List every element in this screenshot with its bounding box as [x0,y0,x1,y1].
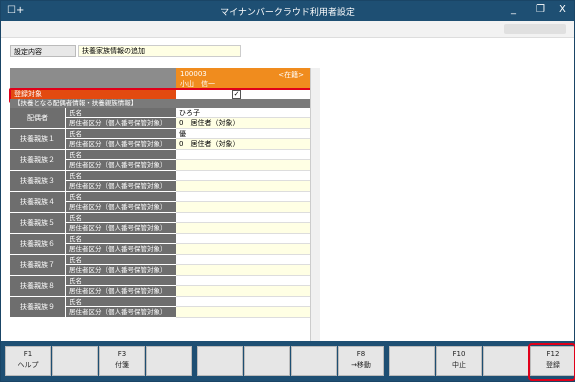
group-label: 扶養親族３ [10,171,65,192]
group-row: 扶養親族９ 氏名 居住者区分（個人番号保管対象） [10,297,310,318]
name-value[interactable]: ひろ子 [176,108,310,118]
employee-header[interactable]: 100003 <在籍> 小山 信一 [176,68,310,89]
resident-value[interactable] [176,307,310,318]
setting-value: 扶養家族情報の追加 [78,45,241,57]
f3-sticky-button[interactable]: F3 付箋 [99,346,145,376]
resident-label: 居住者区分（個人番号保管対象） [65,244,176,255]
function-key-bar: F1 ヘルプ F3 付箋 F8 →移動 F10 中止 F12 登録 [1,341,575,381]
resident-label: 居住者区分（個人番号保管対象） [65,265,176,276]
resident-label: 居住者区分（個人番号保管対象） [65,160,176,171]
name-value[interactable] [176,276,310,286]
minimize-button[interactable]: _ [511,4,516,15]
employee-code: 100003 [180,70,207,78]
resident-value[interactable] [176,286,310,297]
group-row: 扶養親族５ 氏名 居住者区分（個人番号保管対象） [10,213,310,234]
group-row: 扶養親族４ 氏名 居住者区分（個人番号保管対象） [10,192,310,213]
f2-button[interactable] [52,346,98,376]
name-label: 氏名 [65,234,176,244]
resident-label: 居住者区分（個人番号保管対象） [65,181,176,192]
resident-label: 居住者区分（個人番号保管対象） [65,307,176,318]
f10-cancel-button[interactable]: F10 中止 [436,346,482,376]
group-row: 扶養親族７ 氏名 居住者区分（個人番号保管対象） [10,255,310,276]
group-label: 扶養親族１ [10,129,65,150]
group-row: 扶養親族６ 氏名 居住者区分（個人番号保管対象） [10,234,310,255]
name-value[interactable] [176,150,310,160]
name-label: 氏名 [65,108,176,118]
resident-label: 居住者区分（個人番号保管対象） [65,202,176,213]
f7-button[interactable] [291,346,337,376]
f8-move-button[interactable]: F8 →移動 [338,346,384,376]
f12-highlight [528,343,575,381]
resident-value[interactable] [176,223,310,234]
name-label: 氏名 [65,276,176,286]
f9-button[interactable] [389,346,435,376]
name-label: 氏名 [65,297,176,307]
resident-label: 居住者区分（個人番号保管対象） [65,139,176,150]
close-button[interactable]: X [559,4,566,15]
group-row: 扶養親族２ 氏名 居住者区分（個人番号保管対象） [10,150,310,171]
name-label: 氏名 [65,255,176,265]
group-row: 扶養親族１ 氏名 優 居住者区分（個人番号保管対象） 0 居住者（対象） [10,129,310,150]
resident-label: 居住者区分（個人番号保管対象） [65,223,176,234]
name-value[interactable] [176,297,310,307]
f1-help-button[interactable]: F1 ヘルプ [5,346,51,376]
group-label: 配偶者 [10,108,65,129]
name-value[interactable]: 優 [176,129,310,139]
f5-button[interactable] [197,346,243,376]
group-label: 扶養親族８ [10,276,65,297]
f11-button[interactable] [483,346,529,376]
user-info-chip [504,24,566,34]
title-bar: ☐+ マイナンバークラウド利用者設定 _ ❐ X [1,1,574,21]
maximize-button[interactable]: ❐ [536,4,545,15]
f4-button[interactable] [146,346,192,376]
section-title: 【扶養となる配偶者情報・扶養親族情報】 [10,99,310,108]
group-label: 扶養親族４ [10,192,65,213]
resident-label: 居住者区分（個人番号保管対象） [65,118,176,129]
group-label: 扶養親族２ [10,150,65,171]
group-label: 扶養親族７ [10,255,65,276]
resident-value[interactable] [176,181,310,192]
employee-status: <在籍> [278,71,304,79]
group-row: 配偶者 氏名 ひろ子 居住者区分（個人番号保管対象） 0 居住者（対象） [10,108,310,129]
resident-value[interactable] [176,160,310,171]
resident-value[interactable] [176,202,310,213]
group-label: 扶養親族６ [10,234,65,255]
setting-label: 設定内容 [10,45,76,57]
name-label: 氏名 [65,129,176,139]
resident-value[interactable]: 0 居住者（対象） [176,118,310,129]
app-window: ☐+ マイナンバークラウド利用者設定 _ ❐ X 設定内容 扶養家族情報の追加 … [0,0,575,382]
group-label: 扶養親族５ [10,213,65,234]
group-label: 扶養親族９ [10,297,65,318]
name-value[interactable] [176,213,310,223]
group-row: 扶養親族３ 氏名 居住者区分（個人番号保管対象） [10,171,310,192]
resident-value[interactable]: 0 居住者（対象） [176,139,310,150]
resident-label: 居住者区分（個人番号保管対象） [65,286,176,297]
name-label: 氏名 [65,171,176,181]
name-value[interactable] [176,234,310,244]
main-content: 設定内容 扶養家族情報の追加 100003 <在籍> 小山 信一 登録対象 ✓ … [1,21,574,358]
top-toolbar [1,21,574,38]
resident-value[interactable] [176,265,310,276]
f6-button[interactable] [244,346,290,376]
name-value[interactable] [176,171,310,181]
group-row: 扶養親族８ 氏名 居住者区分（個人番号保管対象） [10,276,310,297]
name-value[interactable] [176,192,310,202]
name-label: 氏名 [65,192,176,202]
resident-value[interactable] [176,244,310,255]
window-title: マイナンバークラウド利用者設定 [220,8,355,18]
name-value[interactable] [176,255,310,265]
grid-header-blank [10,68,176,89]
name-label: 氏名 [65,150,176,160]
vertical-scrollbar[interactable] [310,68,320,358]
name-label: 氏名 [65,213,176,223]
